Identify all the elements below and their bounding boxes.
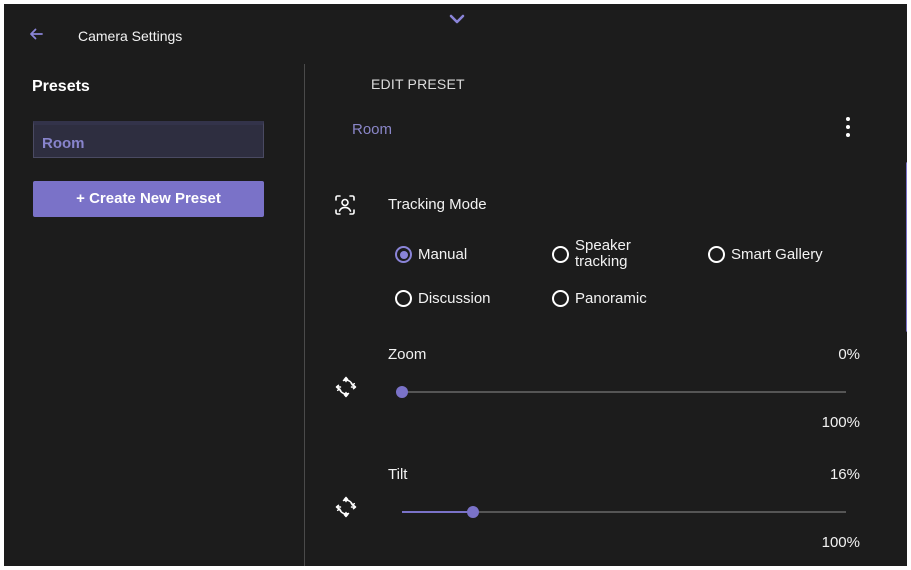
ptz-icon <box>335 496 357 518</box>
chevron-down-icon[interactable] <box>448 12 466 26</box>
tilt-max: 100% <box>821 534 860 551</box>
zoom-label: Zoom <box>388 346 427 363</box>
scrollbar[interactable] <box>906 162 907 332</box>
tilt-label: Tilt <box>388 466 408 483</box>
radio-speaker-tracking[interactable]: Speaker tracking <box>552 238 631 270</box>
radio-panoramic[interactable]: Panoramic <box>552 290 647 307</box>
radio-speaker-tracking-label: Speaker tracking <box>575 237 631 270</box>
zoom-value: 0% <box>838 346 860 363</box>
preset-name-field[interactable]: Room <box>352 121 392 138</box>
more-vertical-icon[interactable] <box>844 117 852 141</box>
radio-smart-gallery[interactable]: Smart Gallery <box>708 246 823 263</box>
presets-heading: Presets <box>32 78 90 95</box>
camera-settings-screen: Camera Settings Presets Room + Create Ne… <box>4 4 907 566</box>
zoom-slider-thumb[interactable] <box>396 386 408 398</box>
radio-unselected-icon <box>552 290 569 307</box>
radio-manual[interactable]: Manual <box>395 246 467 263</box>
radio-manual-label: Manual <box>418 246 468 263</box>
radio-discussion[interactable]: Discussion <box>395 290 491 307</box>
arrow-left-icon[interactable] <box>28 26 44 42</box>
tilt-value: 16% <box>829 466 860 483</box>
edit-preset-heading: EDIT PRESET <box>371 76 465 92</box>
radio-panoramic-label: Panoramic <box>575 290 647 307</box>
ptz-icon <box>335 376 357 398</box>
preset-item-room[interactable]: Room <box>33 121 264 158</box>
tilt-slider-fill <box>402 511 474 513</box>
radio-unselected-icon <box>708 246 725 263</box>
page-title: Camera Settings <box>78 28 183 44</box>
radio-discussion-label: Discussion <box>418 290 491 307</box>
zoom-max: 100% <box>821 414 860 431</box>
face-frame-icon <box>335 195 355 215</box>
zoom-slider[interactable] <box>396 386 846 398</box>
radio-unselected-icon <box>552 245 569 263</box>
tracking-mode-label: Tracking Mode <box>388 196 487 213</box>
create-new-preset-button[interactable]: + Create New Preset <box>33 181 264 217</box>
radio-smart-gallery-label: Smart Gallery <box>731 246 823 263</box>
radio-selected-icon <box>395 246 412 263</box>
tilt-slider-thumb[interactable] <box>467 506 480 518</box>
panel-divider <box>304 64 305 566</box>
radio-unselected-icon <box>395 290 412 307</box>
preset-item-label: Room <box>42 135 85 152</box>
tilt-slider[interactable] <box>402 506 846 518</box>
